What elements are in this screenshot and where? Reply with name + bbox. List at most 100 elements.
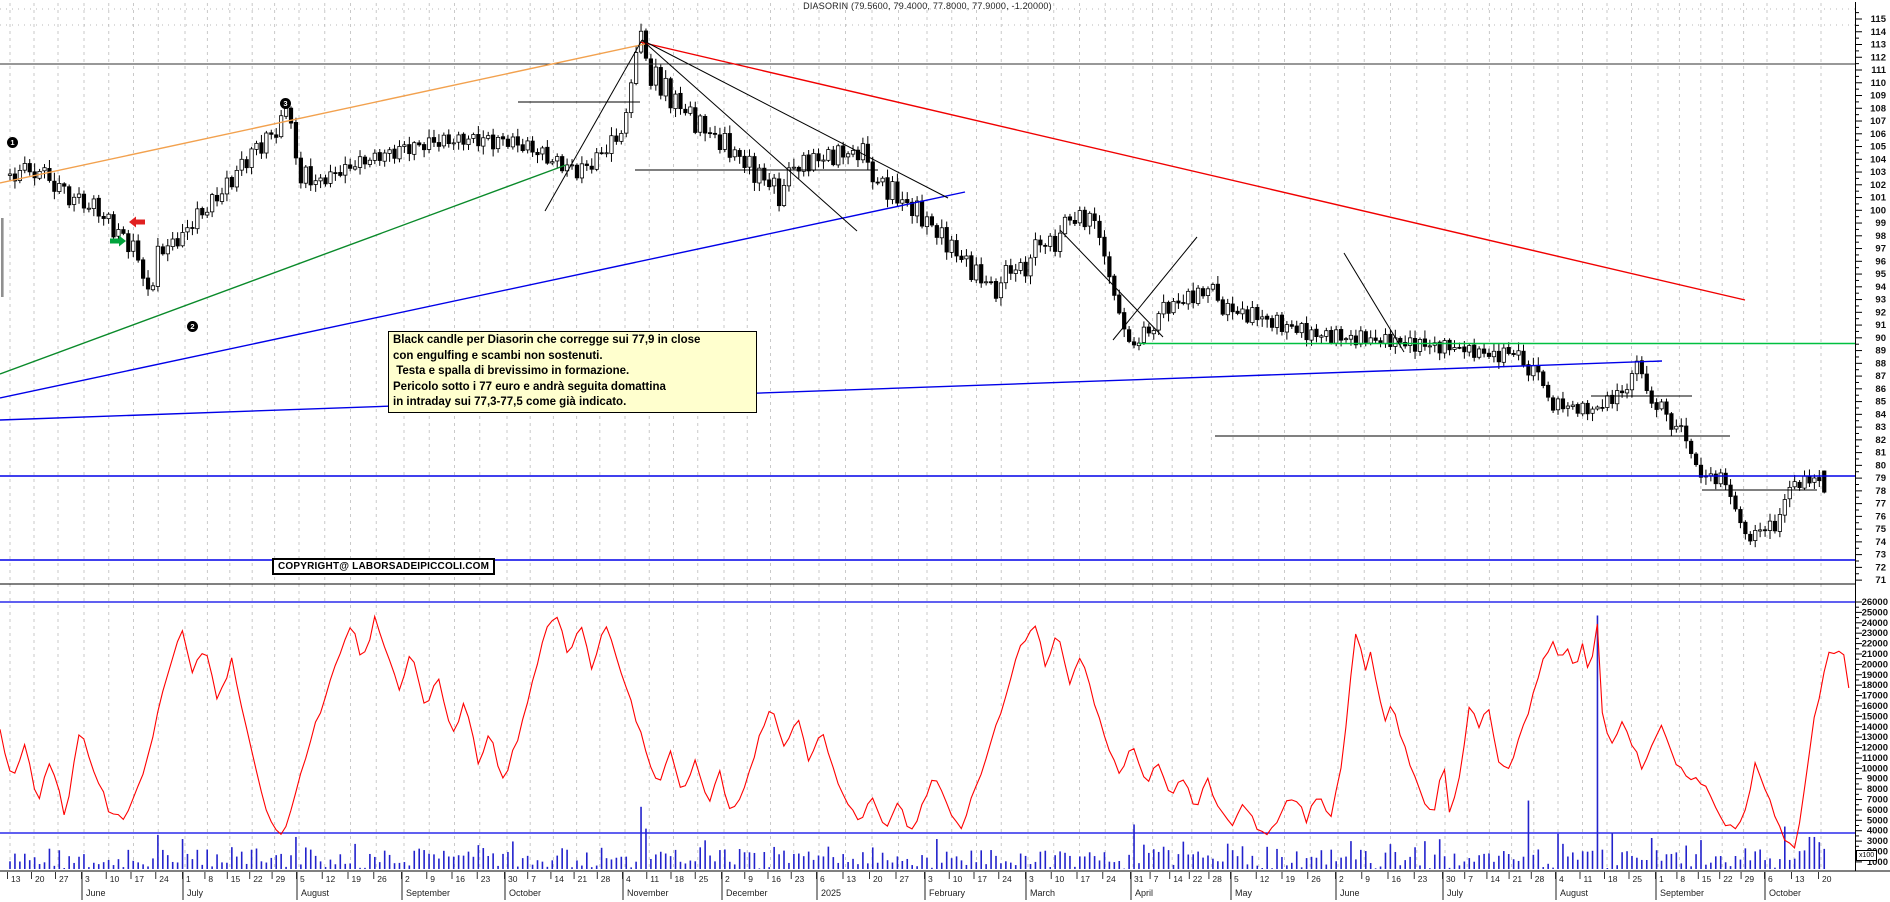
svg-text:20: 20 xyxy=(1822,874,1832,884)
wave-marker-3: 3 xyxy=(280,98,291,109)
svg-text:107: 107 xyxy=(1870,116,1886,127)
svg-text:3: 3 xyxy=(928,874,933,884)
svg-text:28: 28 xyxy=(1212,874,1222,884)
svg-text:19: 19 xyxy=(1286,874,1296,884)
wedge-up xyxy=(1112,236,1198,341)
svg-text:2: 2 xyxy=(725,874,730,884)
svg-text:17: 17 xyxy=(978,874,988,884)
svg-text:93: 93 xyxy=(1875,295,1886,306)
svg-text:90: 90 xyxy=(1875,333,1886,344)
svg-text:23: 23 xyxy=(795,874,805,884)
svg-text:April: April xyxy=(1135,888,1153,898)
svg-text:March: March xyxy=(1030,888,1055,898)
svg-text:21: 21 xyxy=(1513,874,1523,884)
svg-text:14: 14 xyxy=(1490,874,1500,884)
svg-text:23000: 23000 xyxy=(1862,628,1888,639)
svg-text:14000: 14000 xyxy=(1862,722,1888,733)
svg-text:9: 9 xyxy=(748,874,753,884)
svg-text:94: 94 xyxy=(1875,282,1886,293)
svg-text:14: 14 xyxy=(554,874,564,884)
svg-text:September: September xyxy=(406,888,450,898)
svg-text:25: 25 xyxy=(699,874,709,884)
svg-text:23: 23 xyxy=(481,874,491,884)
volume-unit-label: x100 xyxy=(1856,850,1878,861)
svg-text:27: 27 xyxy=(59,874,69,884)
svg-text:76: 76 xyxy=(1875,511,1886,522)
svg-text:83: 83 xyxy=(1875,422,1886,433)
svg-text:17000: 17000 xyxy=(1862,691,1888,702)
svg-text:87: 87 xyxy=(1875,371,1886,382)
svg-text:105: 105 xyxy=(1870,142,1887,153)
svg-text:4000: 4000 xyxy=(1867,826,1888,837)
svg-text:19000: 19000 xyxy=(1862,670,1888,681)
svg-text:August: August xyxy=(1560,888,1589,898)
svg-text:8000: 8000 xyxy=(1867,784,1888,795)
svg-text:7000: 7000 xyxy=(1867,795,1888,806)
svg-text:24: 24 xyxy=(1002,874,1012,884)
svg-text:16: 16 xyxy=(772,874,782,884)
svg-text:25000: 25000 xyxy=(1862,607,1888,618)
svg-text:18000: 18000 xyxy=(1862,680,1888,691)
svg-text:6000: 6000 xyxy=(1867,805,1888,816)
fan-line-1 xyxy=(641,39,858,232)
svg-text:16: 16 xyxy=(1392,874,1402,884)
svg-text:28: 28 xyxy=(1535,874,1545,884)
svg-text:9000: 9000 xyxy=(1867,774,1888,785)
blue-uptrend-shallow xyxy=(0,360,1663,421)
svg-text:84: 84 xyxy=(1875,409,1886,420)
svg-text:14: 14 xyxy=(1173,874,1183,884)
svg-text:May: May xyxy=(1235,888,1253,898)
svg-text:100: 100 xyxy=(1870,205,1886,216)
svg-text:7: 7 xyxy=(1468,874,1473,884)
svg-text:103: 103 xyxy=(1870,167,1886,178)
svg-text:4: 4 xyxy=(626,874,631,884)
svg-text:20: 20 xyxy=(873,874,883,884)
svg-text:26: 26 xyxy=(1311,874,1321,884)
svg-text:101: 101 xyxy=(1870,193,1887,204)
svg-text:8: 8 xyxy=(1680,874,1685,884)
svg-text:July: July xyxy=(1447,888,1464,898)
svg-text:106: 106 xyxy=(1870,129,1886,140)
svg-text:85: 85 xyxy=(1875,397,1886,408)
red-left-arrow-icon xyxy=(129,216,145,228)
svg-text:79: 79 xyxy=(1875,473,1886,484)
svg-text:30: 30 xyxy=(508,874,518,884)
svg-text:9: 9 xyxy=(1365,874,1370,884)
svg-text:5: 5 xyxy=(300,874,305,884)
svg-text:24: 24 xyxy=(1106,874,1116,884)
svg-text:78: 78 xyxy=(1875,486,1886,497)
annotation-line: Pericolo sotto i 77 euro e andrà seguita… xyxy=(393,380,666,393)
svg-text:111: 111 xyxy=(1871,65,1887,76)
wedge-down xyxy=(1059,229,1164,338)
svg-text:20: 20 xyxy=(35,874,45,884)
annotation-line: in intraday sui 77,3-77,5 come già indic… xyxy=(393,396,627,409)
svg-text:23: 23 xyxy=(1418,874,1428,884)
svg-text:October: October xyxy=(509,888,541,898)
svg-text:February: February xyxy=(929,888,966,898)
svg-text:19: 19 xyxy=(352,874,362,884)
svg-text:96: 96 xyxy=(1875,256,1886,267)
svg-text:13000: 13000 xyxy=(1862,732,1888,743)
svg-text:114: 114 xyxy=(1871,27,1887,38)
svg-text:3: 3 xyxy=(85,874,90,884)
svg-text:September: September xyxy=(1660,888,1704,898)
svg-text:112: 112 xyxy=(1871,52,1886,63)
svg-text:18: 18 xyxy=(675,874,685,884)
svg-text:June: June xyxy=(1340,888,1360,898)
svg-text:1: 1 xyxy=(186,874,191,884)
annotation-line: Black candle per Diasorin che corregge s… xyxy=(393,334,701,346)
svg-text:9: 9 xyxy=(430,874,435,884)
svg-text:7: 7 xyxy=(1154,874,1159,884)
svg-text:13: 13 xyxy=(1795,874,1805,884)
svg-text:91: 91 xyxy=(1875,320,1886,331)
svg-text:26000: 26000 xyxy=(1862,597,1888,608)
svg-text:77: 77 xyxy=(1875,499,1886,510)
svg-text:21: 21 xyxy=(578,874,588,884)
svg-text:24000: 24000 xyxy=(1862,618,1888,629)
svg-text:June: June xyxy=(86,888,106,898)
svg-text:22: 22 xyxy=(1723,874,1733,884)
svg-text:81: 81 xyxy=(1875,448,1886,459)
svg-text:92: 92 xyxy=(1875,307,1886,318)
svg-text:24: 24 xyxy=(159,874,169,884)
svg-text:109: 109 xyxy=(1870,91,1886,102)
